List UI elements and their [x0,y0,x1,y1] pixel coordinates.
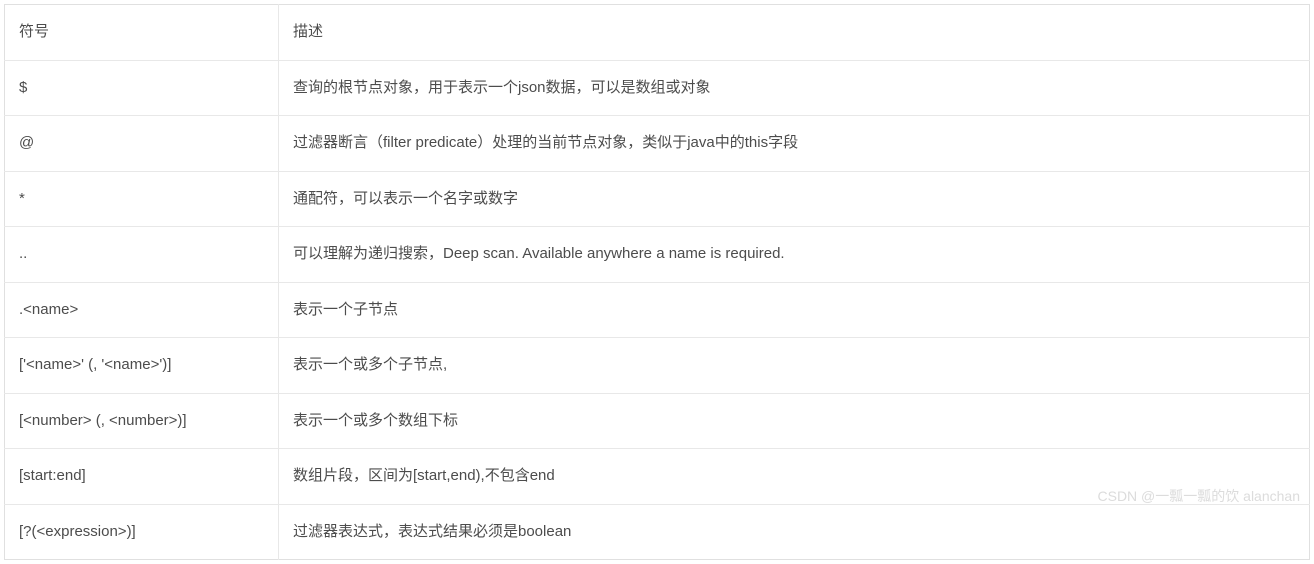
table-row: [<number> (, <number>)] 表示一个或多个数组下标 [5,393,1310,449]
header-description: 描述 [279,5,1310,61]
table-row: ['<name>' (, '<name>')] 表示一个或多个子节点, [5,338,1310,394]
cell-symbol: ['<name>' (, '<name>')] [5,338,279,394]
table-row: [start:end] 数组片段，区间为[start,end),不包含end [5,449,1310,505]
cell-description: 数组片段，区间为[start,end),不包含end [279,449,1310,505]
cell-description: 查询的根节点对象，用于表示一个json数据，可以是数组或对象 [279,60,1310,116]
table-row: * 通配符，可以表示一个名字或数字 [5,171,1310,227]
cell-symbol: [?(<expression>)] [5,504,279,560]
cell-symbol: [<number> (, <number>)] [5,393,279,449]
table-row: [?(<expression>)] 过滤器表达式，表达式结果必须是boolean [5,504,1310,560]
cell-symbol: [start:end] [5,449,279,505]
table-header-row: 符号 描述 [5,5,1310,61]
cell-description: 表示一个子节点 [279,282,1310,338]
cell-description: 表示一个或多个子节点, [279,338,1310,394]
cell-description: 可以理解为递归搜索，Deep scan. Available anywhere … [279,227,1310,283]
cell-description: 表示一个或多个数组下标 [279,393,1310,449]
table-body: 符号 描述 $ 查询的根节点对象，用于表示一个json数据，可以是数组或对象 @… [5,5,1310,560]
cell-description: 通配符，可以表示一个名字或数字 [279,171,1310,227]
header-symbol: 符号 [5,5,279,61]
cell-symbol: $ [5,60,279,116]
cell-symbol: .<name> [5,282,279,338]
table-row: @ 过滤器断言（filter predicate）处理的当前节点对象，类似于ja… [5,116,1310,172]
cell-description: 过滤器表达式，表达式结果必须是boolean [279,504,1310,560]
cell-symbol: * [5,171,279,227]
table-row: $ 查询的根节点对象，用于表示一个json数据，可以是数组或对象 [5,60,1310,116]
cell-symbol: @ [5,116,279,172]
jsonpath-syntax-table: 符号 描述 $ 查询的根节点对象，用于表示一个json数据，可以是数组或对象 @… [4,4,1310,560]
cell-description: 过滤器断言（filter predicate）处理的当前节点对象，类似于java… [279,116,1310,172]
table-row: .. 可以理解为递归搜索，Deep scan. Available anywhe… [5,227,1310,283]
cell-symbol: .. [5,227,279,283]
table-row: .<name> 表示一个子节点 [5,282,1310,338]
